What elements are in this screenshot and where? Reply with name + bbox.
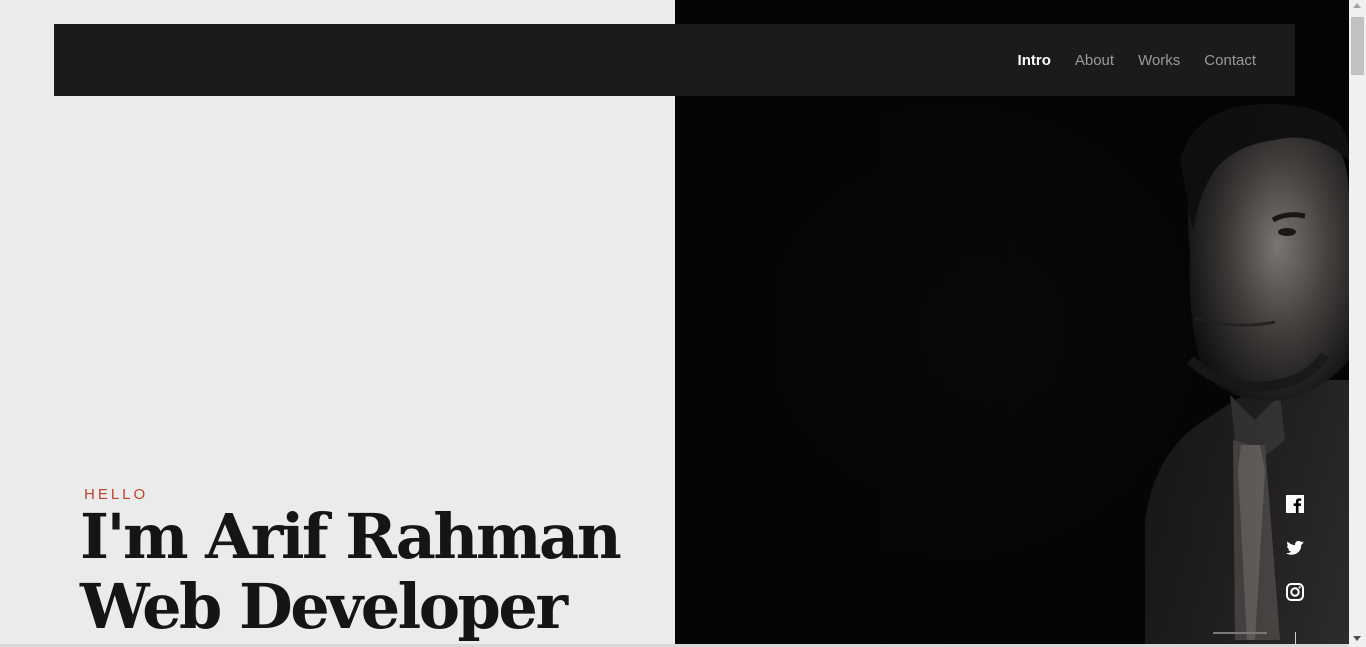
- hero-title-line-1: I'm Arif Rahman: [80, 500, 622, 573]
- facebook-icon[interactable]: [1284, 493, 1306, 515]
- top-navbar: Intro About Works Contact: [54, 24, 1295, 96]
- scroll-up-arrow-icon[interactable]: [1353, 3, 1361, 8]
- twitter-icon[interactable]: [1284, 537, 1306, 559]
- scroll-down-arrow-icon[interactable]: [1353, 636, 1361, 641]
- social-links: [1284, 493, 1306, 603]
- page-scrollbar[interactable]: [1349, 0, 1366, 647]
- nav-works-link[interactable]: Works: [1138, 52, 1180, 69]
- nav-about-link[interactable]: About: [1075, 52, 1114, 69]
- scrollbar-thumb[interactable]: [1351, 17, 1364, 75]
- nav-intro-link[interactable]: Intro: [1018, 52, 1051, 69]
- instagram-icon[interactable]: [1284, 581, 1306, 603]
- nav-contact-link[interactable]: Contact: [1204, 52, 1256, 69]
- hero-photo-pane: [675, 0, 1349, 647]
- portrait-photo: [675, 0, 1349, 647]
- hero-title: I'm Arif Rahman Web Developer: [80, 502, 680, 642]
- hero-title-line-2: Web Developer: [80, 570, 568, 643]
- main-nav: Intro About Works Contact: [1018, 24, 1256, 96]
